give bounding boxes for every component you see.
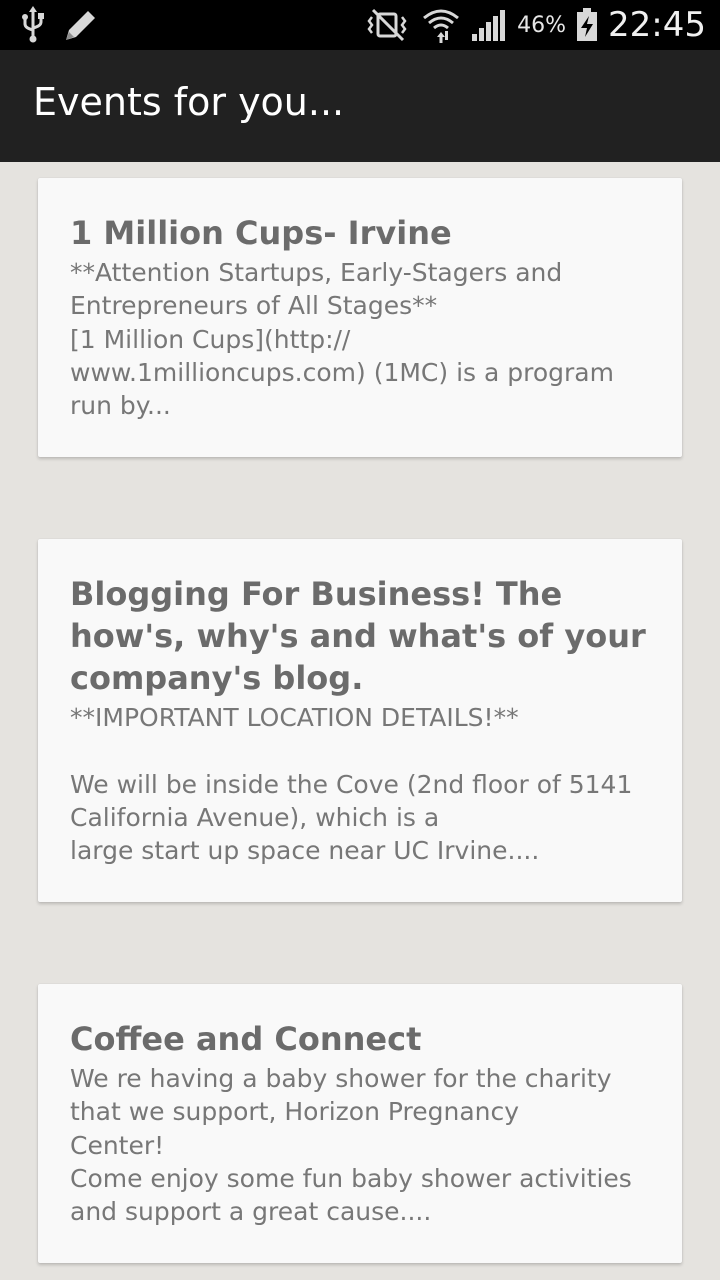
event-description: **IMPORTANT LOCATION DETAILS!** We will … — [70, 703, 633, 866]
clock: 22:45 — [608, 5, 706, 45]
vibrate-icon — [363, 8, 411, 42]
wifi-icon — [421, 6, 461, 44]
event-card[interactable]: 1 Million Cups- Irvine **Attention Start… — [38, 178, 682, 457]
battery-charging-icon — [576, 8, 598, 42]
page-title: Events for you... — [33, 80, 345, 124]
action-bar: Events for you... — [0, 50, 720, 162]
usb-icon — [20, 6, 46, 44]
signal-icon — [471, 8, 507, 42]
edit-icon — [62, 6, 98, 44]
event-list[interactable]: 1 Million Cups- Irvine **Attention Start… — [0, 162, 720, 1280]
battery-percent: 46% — [517, 12, 567, 38]
event-description: **Attention Startups, Early-Stagers and … — [70, 258, 614, 421]
status-bar: 46% 22:45 — [0, 0, 720, 50]
event-description: We re having a baby shower for the chari… — [70, 1064, 632, 1227]
event-title: 1 Million Cups- Irvine — [70, 214, 452, 252]
event-card[interactable]: Coffee and Connect We re having a baby s… — [38, 984, 682, 1263]
event-title: Coffee and Connect — [70, 1020, 422, 1058]
event-card[interactable]: Blogging For Business! The how's, why's … — [38, 539, 682, 902]
event-title: Blogging For Business! The how's, why's … — [70, 575, 646, 697]
